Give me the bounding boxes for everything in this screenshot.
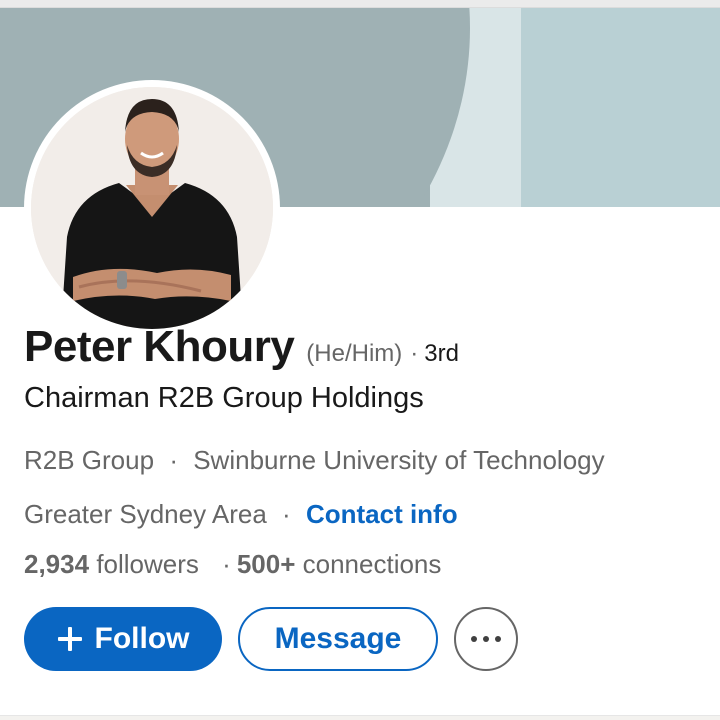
network-stats-row: 2,934 followers · 500+ connections [24, 549, 441, 580]
location-text: Greater Sydney Area [24, 499, 267, 529]
location-row: Greater Sydney Area · Contact info [24, 499, 458, 530]
banner-right-panel [521, 8, 720, 207]
followers-label: followers [96, 549, 199, 579]
company-education-row: R2B Group · Swinburne University of Tech… [24, 445, 605, 476]
school-name[interactable]: Swinburne University of Technology [193, 445, 604, 475]
connections-count: 500+ [236, 549, 296, 579]
education-separator: · [169, 445, 178, 475]
profile-pronouns: (He/Him) [306, 340, 403, 367]
browser-top-edge [0, 0, 720, 8]
more-horizontal-icon [471, 636, 477, 642]
avatar-photo [31, 87, 273, 329]
message-button[interactable]: Message [238, 607, 438, 671]
follow-label: Follow [94, 622, 190, 655]
message-label: Message [274, 622, 402, 655]
follow-button[interactable]: Follow [24, 607, 222, 671]
connections-label: connections [302, 549, 442, 579]
followers-count: 2,934 [24, 549, 90, 579]
profile-avatar[interactable] [24, 80, 280, 336]
section-divider [0, 715, 720, 720]
current-company[interactable]: R2B Group [24, 445, 154, 475]
connection-degree: · 3rd [410, 340, 459, 368]
profile-name: Peter Khoury [24, 322, 295, 371]
more-actions-button[interactable] [454, 607, 518, 671]
avatar-person-illustration [31, 87, 273, 329]
location-separator: · [282, 499, 291, 529]
profile-headline: Chairman R2B Group Holdings [24, 382, 424, 414]
plus-icon [57, 627, 82, 651]
degree-separator: · [410, 340, 419, 367]
more-dot [495, 636, 501, 642]
contact-info-link[interactable]: Contact info [306, 499, 458, 529]
more-dot [483, 636, 489, 642]
name-row: Peter Khoury (He/Him) · 3rd [24, 322, 459, 378]
degree-label: 3rd [424, 340, 459, 367]
stats-separator: · [222, 549, 231, 579]
